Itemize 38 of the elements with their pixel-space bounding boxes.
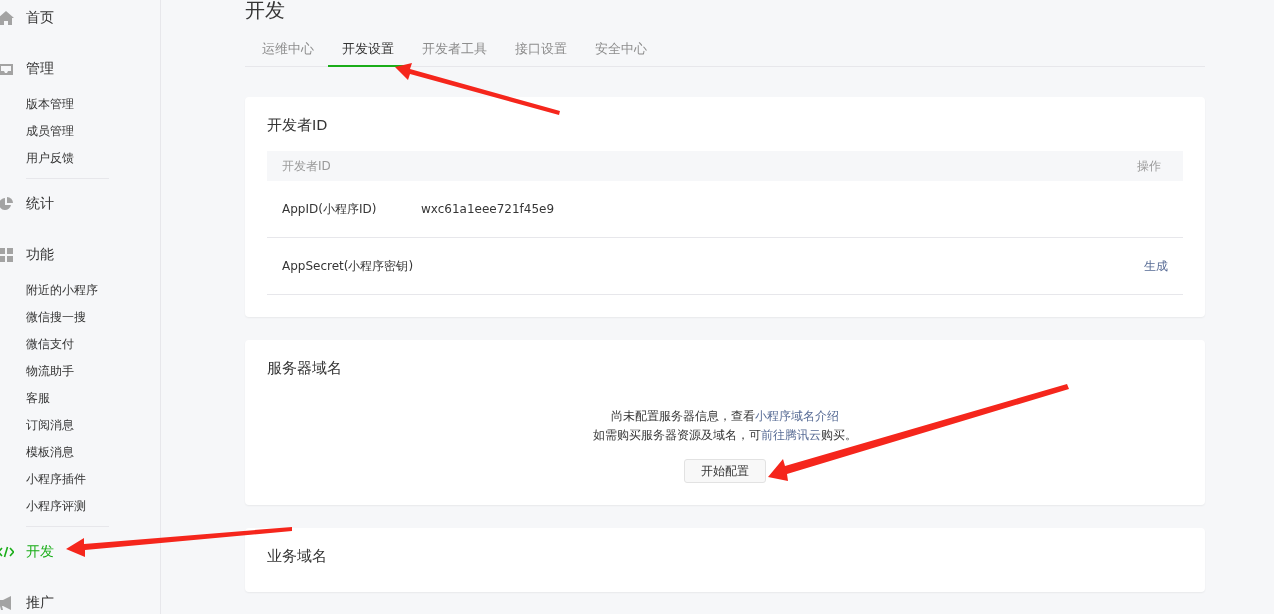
inbox-icon — [0, 61, 14, 77]
column-header: 开发者ID — [282, 157, 331, 175]
sidebar-subitem[interactable]: 小程序插件 — [0, 466, 160, 493]
pie-chart-icon — [0, 196, 14, 212]
page-title: 开发 — [245, 0, 286, 22]
info-link[interactable]: 前往腾讯云 — [761, 428, 821, 442]
sidebar-subitem[interactable]: 物流助手 — [0, 358, 160, 385]
megaphone-icon — [0, 595, 14, 611]
info-link[interactable]: 小程序域名介绍 — [755, 409, 839, 423]
column-header: 操作 — [1137, 157, 1161, 175]
sidebar-subitem[interactable]: 客服 — [0, 385, 160, 412]
sidebar-subitem[interactable]: 小程序评测 — [0, 493, 160, 520]
sidebar-item[interactable]: 统计 — [0, 186, 160, 222]
card-title: 业务域名 — [267, 547, 328, 566]
generate-link[interactable]: 生成 — [1144, 257, 1168, 275]
sidebar-subitem[interactable]: 微信搜一搜 — [0, 304, 160, 331]
table-cell: wxc61a1eee721f45e9 — [421, 202, 555, 216]
sidebar-subitem[interactable]: 附近的小程序 — [0, 277, 160, 304]
card-title: 服务器域名 — [267, 359, 343, 378]
home-icon — [0, 10, 14, 26]
card-title: 开发者ID — [267, 116, 329, 135]
info-text: 如需购买服务器资源及域名，可前往腾讯云购买。 — [593, 427, 857, 443]
sidebar-item[interactable]: 管理 — [0, 51, 160, 87]
sidebar-item[interactable]: 推广 — [0, 585, 160, 614]
sidebar-subitem[interactable]: 版本管理 — [0, 91, 160, 118]
sidebar-subitem[interactable]: 用户反馈 — [0, 145, 160, 172]
sidebar-item[interactable]: 首页 — [0, 0, 160, 36]
start-config-button[interactable]: 开始配置 — [684, 459, 766, 483]
sidebar-subitem[interactable]: 订阅消息 — [0, 412, 160, 439]
sidebar-subitem[interactable]: 微信支付 — [0, 331, 160, 358]
table-cell-text: AppID(小程序ID) — [282, 200, 378, 218]
info-text: 尚未配置服务器信息，查看小程序域名介绍 — [611, 408, 839, 424]
sidebar-subitem[interactable]: 模板消息 — [0, 439, 160, 466]
sidebar-subitem[interactable]: 成员管理 — [0, 118, 160, 145]
table-cell-text: AppSecret(小程序密钥) — [282, 257, 415, 275]
grid-icon — [0, 247, 14, 263]
sidebar-item[interactable]: 功能 — [0, 237, 160, 273]
code-icon — [0, 544, 14, 560]
